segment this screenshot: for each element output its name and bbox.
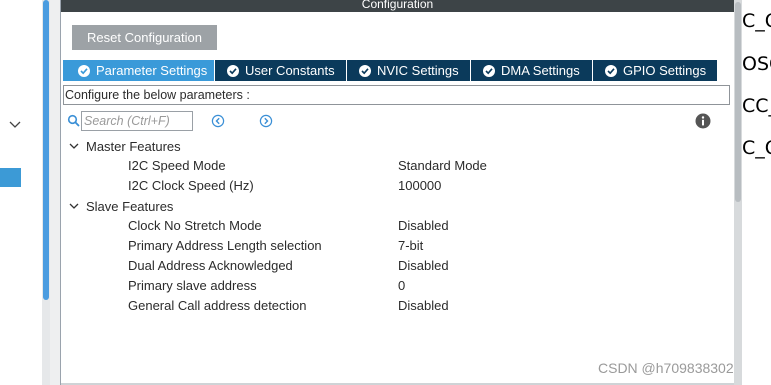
check-circle-icon bbox=[359, 64, 371, 77]
group-label: Slave Features bbox=[86, 198, 174, 214]
param-name: Dual Address Acknowledged bbox=[128, 258, 293, 273]
param-name: I2C Clock Speed (Hz) bbox=[128, 178, 254, 193]
param-value[interactable]: Standard Mode bbox=[398, 156, 487, 176]
param-name: I2C Speed Mode bbox=[128, 158, 226, 173]
right-edge-text: OSC bbox=[742, 53, 771, 75]
previous-match-icon[interactable] bbox=[211, 114, 225, 128]
tab-parameter-settings[interactable]: Parameter Settings bbox=[63, 60, 215, 81]
group-label: Master Features bbox=[86, 138, 181, 154]
param-name: Clock No Stretch Mode bbox=[128, 218, 262, 233]
tab-label: Parameter Settings bbox=[96, 63, 208, 78]
right-edge-text: C_O bbox=[742, 10, 771, 32]
tab-label: DMA Settings bbox=[501, 63, 580, 78]
param-value[interactable]: 7-bit bbox=[398, 236, 423, 256]
check-circle-icon bbox=[483, 64, 495, 77]
info-icon[interactable] bbox=[695, 113, 711, 129]
chevron-down-icon[interactable] bbox=[8, 118, 22, 132]
next-match-icon[interactable] bbox=[259, 114, 273, 128]
chevron-down-icon[interactable] bbox=[68, 200, 80, 212]
param-row[interactable]: I2C Clock Speed (Hz) 100000 bbox=[61, 176, 731, 196]
tab-bar: Parameter Settings User Constants NVIC S… bbox=[63, 60, 717, 81]
param-value[interactable]: 0 bbox=[398, 276, 405, 296]
parameters-description: Configure the below parameters : bbox=[63, 85, 730, 105]
panel-title: Configuration bbox=[61, 0, 734, 12]
right-scrollbar-thumb[interactable] bbox=[735, 2, 741, 202]
tab-label: NVIC Settings bbox=[377, 63, 459, 78]
param-name: General Call address detection bbox=[128, 298, 307, 313]
param-row[interactable]: Clock No Stretch Mode Disabled bbox=[61, 216, 731, 236]
param-value[interactable]: 100000 bbox=[398, 176, 441, 196]
param-value[interactable]: Disabled bbox=[398, 296, 449, 316]
param-value[interactable]: Disabled bbox=[398, 256, 449, 276]
search-input[interactable] bbox=[81, 111, 193, 131]
panel-gap bbox=[50, 0, 60, 385]
check-circle-icon bbox=[227, 64, 239, 77]
tab-dma-settings[interactable]: DMA Settings bbox=[471, 60, 593, 81]
search-icon bbox=[67, 114, 81, 128]
group-master-features[interactable]: Master Features bbox=[61, 136, 181, 156]
param-row[interactable]: Dual Address Acknowledged Disabled bbox=[61, 256, 731, 276]
group-slave-features[interactable]: Slave Features bbox=[61, 196, 173, 216]
right-edge-text: C_O bbox=[742, 137, 771, 159]
param-value[interactable]: Disabled bbox=[398, 216, 449, 236]
configuration-panel: Configuration Reset Configuration Parame… bbox=[61, 0, 734, 385]
tab-label: User Constants bbox=[245, 63, 335, 78]
check-circle-icon bbox=[78, 64, 90, 77]
check-circle-icon bbox=[605, 64, 617, 77]
tab-user-constants[interactable]: User Constants bbox=[215, 60, 347, 81]
chevron-down-icon[interactable] bbox=[68, 140, 80, 152]
tab-nvic-settings[interactable]: NVIC Settings bbox=[347, 60, 471, 81]
tab-gpio-settings[interactable]: GPIO Settings bbox=[593, 60, 717, 81]
param-row[interactable]: Primary Address Length selection 7-bit bbox=[61, 236, 731, 256]
param-row[interactable]: I2C Speed Mode Standard Mode bbox=[61, 156, 731, 176]
tab-label: GPIO Settings bbox=[623, 63, 707, 78]
left-list-selected-item[interactable] bbox=[0, 168, 21, 187]
param-name: Primary slave address bbox=[128, 278, 257, 293]
param-row[interactable]: General Call address detection Disabled bbox=[61, 296, 731, 316]
left-scrollbar-thumb[interactable] bbox=[43, 0, 49, 300]
watermark: CSDN @h709838302 bbox=[598, 360, 734, 376]
left-panel-edge bbox=[0, 0, 42, 385]
reset-configuration-button[interactable]: Reset Configuration bbox=[72, 25, 217, 50]
right-edge-text: CC_ bbox=[742, 95, 771, 117]
param-row[interactable]: Primary slave address 0 bbox=[61, 276, 731, 296]
param-name: Primary Address Length selection bbox=[128, 238, 322, 253]
